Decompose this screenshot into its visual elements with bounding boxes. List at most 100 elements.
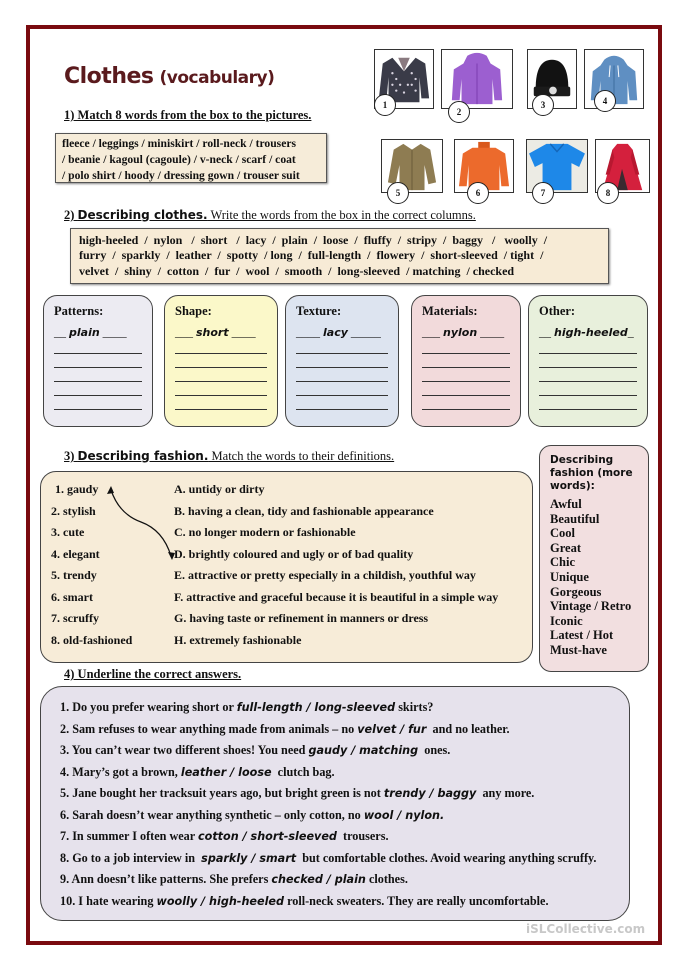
answer-line[interactable]	[54, 340, 142, 354]
answer-line[interactable]	[54, 396, 142, 410]
answer-options[interactable]: gaudy / matching	[308, 744, 418, 757]
underline-box: 1. Do you prefer wearing short or full-l…	[40, 686, 630, 921]
picture-number: 7	[532, 182, 554, 204]
answer-options[interactable]: wool / nylon.	[364, 809, 444, 822]
column-label: Patterns:	[54, 304, 104, 318]
title-main: Clothes	[64, 64, 154, 89]
answer-line[interactable]	[539, 382, 637, 396]
more-word: Beautiful	[550, 511, 600, 526]
sentence: 1. Do you prefer wearing short or full-l…	[60, 700, 434, 714]
answer-line[interactable]	[54, 382, 142, 396]
sentence: 9. Ann doesn’t like patterns. She prefer…	[60, 872, 408, 886]
more-words-panel: Describing fashion (more words): Awful Bea…	[539, 445, 649, 672]
answer-line[interactable]	[175, 340, 267, 354]
answer-line[interactable]	[539, 368, 637, 382]
answer-options[interactable]: full-length / long-sleeved	[237, 701, 395, 714]
column-texture: Texture: ____ lacy _____	[285, 295, 399, 427]
word-box-1-line: / polo shirt / hoody / dressing gown / t…	[62, 169, 300, 182]
answer-line[interactable]	[54, 368, 142, 382]
section3-heading-rest: Match the words to their definitions.	[208, 449, 395, 463]
answer-line[interactable]	[54, 354, 142, 368]
title-sub: (vocabulary)	[159, 68, 275, 88]
answer-line[interactable]	[296, 396, 388, 410]
answer-options[interactable]: woolly / high-heeled	[156, 895, 284, 908]
section3-heading-bold: Describing fashion.	[77, 449, 209, 463]
word-box-1-line: / beanie / kagoul (cagoule) / v-neck / s…	[62, 153, 296, 166]
answer-options[interactable]: checked / plain	[271, 873, 366, 886]
answer-line[interactable]	[175, 396, 267, 410]
page-title: Clothes (vocabulary)	[64, 64, 275, 89]
section3-heading-num: 3)	[64, 449, 78, 463]
answer-line[interactable]	[296, 340, 388, 354]
column-label: Other:	[539, 304, 576, 318]
answer-line[interactable]	[539, 396, 637, 410]
picture-2	[441, 49, 513, 109]
section2-heading-num: 2)	[64, 208, 78, 222]
picture-number: 4	[594, 90, 616, 112]
watermark: iSLCollective.com	[526, 922, 646, 936]
match-definition: C. no longer modern or fashionable	[174, 525, 356, 539]
answer-line[interactable]	[175, 382, 267, 396]
answer-line[interactable]	[422, 368, 510, 382]
column-example: ___ nylon ____	[422, 325, 505, 339]
sentence: 2. Sam refuses to wear anything made fro…	[60, 722, 510, 736]
word-box-2-line: high-heeled / nylon / short / lacy / pla…	[79, 233, 548, 247]
answer-line[interactable]	[539, 354, 637, 368]
answer-line[interactable]	[422, 340, 510, 354]
more-word: Unique	[550, 569, 589, 584]
word-box-2: high-heeled / nylon / short / lacy / pla…	[70, 228, 609, 284]
match-definition: D. brightly coloured and ugly or of bad …	[174, 547, 414, 561]
answer-options[interactable]: cotton / short-sleeved	[198, 830, 337, 843]
more-word: Must-have	[550, 642, 607, 657]
column-materials: Materials: ___ nylon ____	[411, 295, 521, 427]
section2-heading-rest: Write the words from the box in the corr…	[207, 208, 476, 222]
more-word: Iconic	[550, 613, 583, 628]
column-label: Texture:	[296, 304, 342, 318]
answer-line[interactable]	[296, 368, 388, 382]
answer-line[interactable]	[175, 354, 267, 368]
answer-options[interactable]: velvet / fur	[357, 723, 426, 736]
match-word: 1. gaudy	[55, 482, 99, 496]
answer-options[interactable]: leather / loose	[181, 766, 272, 779]
sentence: 6. Sarah doesn’t wear anything synthetic…	[60, 808, 445, 822]
answer-line[interactable]	[539, 340, 637, 354]
column-example: __ high-heeled_	[539, 325, 634, 339]
match-definition: B. having a clean, tidy and fashionable …	[174, 504, 434, 518]
match-word: 8. old-fashioned	[51, 633, 133, 647]
more-word: Latest / Hot	[550, 628, 614, 643]
answer-options[interactable]: trendy / baggy	[384, 787, 476, 800]
match-word: 2. stylish	[51, 504, 96, 518]
word-box-1-line: fleece / leggings / miniskirt / roll-nec…	[62, 137, 296, 150]
match-definition: H. extremely fashionable	[174, 633, 302, 647]
match-word: 6. smart	[51, 590, 93, 604]
picture-number: 1	[374, 94, 396, 116]
picture-number: 3	[532, 94, 554, 116]
column-patterns: Patterns: __ plain ____	[43, 295, 153, 427]
answer-options[interactable]: sparkly / smart	[201, 852, 296, 865]
answer-line[interactable]	[422, 354, 510, 368]
sentence: 5. Jane bought her tracksuit years ago, …	[60, 786, 535, 800]
column-other: Other: __ high-heeled_	[528, 295, 648, 427]
answer-line[interactable]	[422, 382, 510, 396]
section2-heading-bold: Describing clothes.	[77, 208, 208, 222]
column-example: __ plain ____	[54, 325, 127, 339]
example-match-arrow-icon	[107, 486, 175, 560]
picture-number: 8	[597, 182, 619, 204]
matching-box: 1. gaudy 2. stylish 3. cute 4. elegant 5…	[40, 471, 533, 663]
column-label: Materials:	[422, 304, 478, 318]
section3-heading: 3) Describing fashion. Match the words t…	[64, 449, 394, 464]
section1-heading: 1) Match 8 words from the box to the pic…	[64, 108, 312, 122]
word-box-2-line: velvet / shiny / cotton / fur / wool / s…	[79, 263, 515, 278]
match-definition: G. having taste or refinement in manners…	[174, 611, 429, 625]
column-example: ___ short ____	[175, 325, 256, 339]
kagoul-icon	[451, 52, 503, 105]
answer-line[interactable]	[175, 368, 267, 382]
answer-line[interactable]	[296, 354, 388, 368]
picture-number: 2	[448, 101, 470, 123]
answer-line[interactable]	[296, 382, 388, 396]
sentence: 7. In summer I often wear cotton / short…	[60, 829, 389, 843]
answer-line[interactable]	[422, 396, 510, 410]
more-word: Chic	[550, 555, 575, 570]
match-word: 5. trendy	[51, 568, 97, 582]
column-example: ____ lacy _____	[296, 325, 381, 339]
